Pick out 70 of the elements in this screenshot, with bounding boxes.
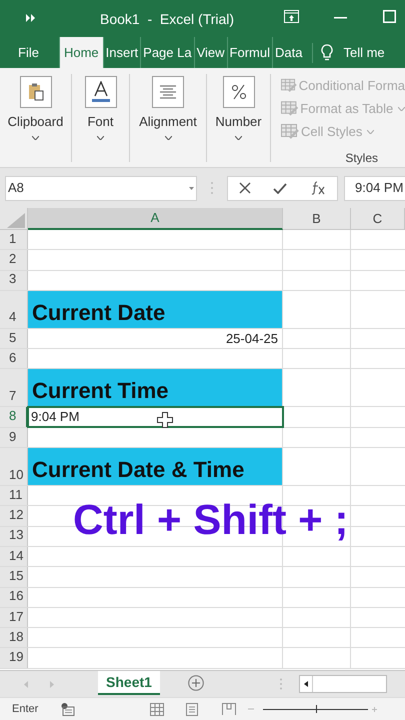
percent-icon (230, 83, 246, 101)
row-header[interactable]: 14 (0, 546, 28, 566)
clipboard-icon (28, 83, 44, 101)
row-header[interactable]: 15 (0, 567, 28, 587)
macro-record-icon[interactable] (61, 702, 76, 716)
table-format-icon (281, 101, 298, 116)
sheet-tab[interactable]: Sheet1 (98, 671, 160, 695)
ribbon-tab[interactable]: File (16, 37, 41, 68)
insert-function-icon[interactable] (310, 181, 326, 195)
add-sheet-icon[interactable] (188, 675, 204, 691)
row-header[interactable]: 2 (0, 250, 28, 270)
row-header[interactable]: 8 (0, 407, 28, 427)
heading-cell[interactable]: Current Date & Time (28, 448, 283, 486)
ribbon-group-button[interactable]: Font (87, 114, 114, 140)
tell-me-button[interactable]: Tell me (321, 37, 385, 68)
row-header[interactable]: 16 (0, 588, 28, 607)
caret-icon (189, 186, 194, 190)
maximize-icon[interactable] (383, 10, 396, 23)
quick-access-icon[interactable] (26, 14, 35, 22)
page-break-icon[interactable] (222, 703, 236, 715)
row-header[interactable]: 3 (0, 270, 28, 290)
ribbon-display-icon[interactable] (284, 10, 299, 23)
page-layout-icon[interactable] (186, 702, 198, 716)
row-header[interactable]: 11 (0, 486, 28, 506)
table-cell[interactable]: 9:04 PM (28, 407, 283, 427)
column-header[interactable]: B (283, 208, 351, 230)
caret-icon (164, 136, 172, 140)
caret-icon (32, 136, 39, 140)
row-header[interactable]: 12 (0, 506, 28, 526)
row-header[interactable]: 1 (0, 230, 28, 250)
row-header[interactable]: 5 (0, 328, 28, 348)
overlay-caption: Ctrl + Shift + ; (73, 499, 348, 541)
table-format-icon (281, 124, 299, 139)
row-header[interactable]: 17 (0, 608, 28, 628)
lightbulb-icon (321, 44, 334, 61)
caret-icon (235, 136, 242, 140)
row-header[interactable]: 7 (0, 369, 28, 406)
ribbon-tab[interactable]: Home (58, 37, 103, 68)
name-box[interactable]: A8 (5, 176, 197, 200)
checkmark-icon[interactable] (273, 182, 288, 194)
formula-field[interactable]: 9:04 PM (344, 176, 405, 200)
heading-cell[interactable]: Current Date (28, 290, 283, 328)
row-header[interactable]: 19 (0, 648, 28, 668)
ribbon-group-button[interactable]: Clipboard (8, 114, 64, 140)
table-format-icon (281, 78, 297, 93)
status-text: Enter (12, 702, 38, 717)
window-title: Book1 - Excel (Trial) (100, 10, 234, 29)
row-header[interactable]: 9 (0, 428, 28, 448)
column-header[interactable]: C (351, 208, 405, 230)
row-header[interactable]: 6 (0, 349, 28, 368)
row-header[interactable]: 13 (0, 526, 28, 546)
column-header[interactable]: A (28, 208, 283, 230)
scroll-left-icon[interactable] (304, 681, 308, 687)
minimize-icon[interactable] (334, 17, 347, 19)
ribbon-group-button[interactable]: Alignment (139, 114, 197, 140)
row-header[interactable]: 18 (0, 628, 28, 648)
horizontal-scrollbar[interactable] (299, 675, 387, 693)
ribbon-group-button[interactable]: Number (215, 114, 262, 140)
zoom-slider[interactable] (263, 705, 368, 713)
table-cell[interactable]: 25-04-25 (28, 328, 283, 348)
align-center-icon (160, 85, 176, 99)
caret-icon (96, 136, 104, 140)
row-header[interactable]: 4 (0, 290, 28, 328)
cursor-cross-icon (157, 412, 173, 428)
row-header[interactable]: 10 (0, 448, 28, 486)
font-color-icon (90, 81, 110, 103)
cancel-icon[interactable] (239, 182, 252, 194)
normal-view-icon[interactable] (150, 702, 164, 716)
heading-cell[interactable]: Current Time (28, 369, 283, 406)
group-label: Styles (345, 150, 378, 167)
